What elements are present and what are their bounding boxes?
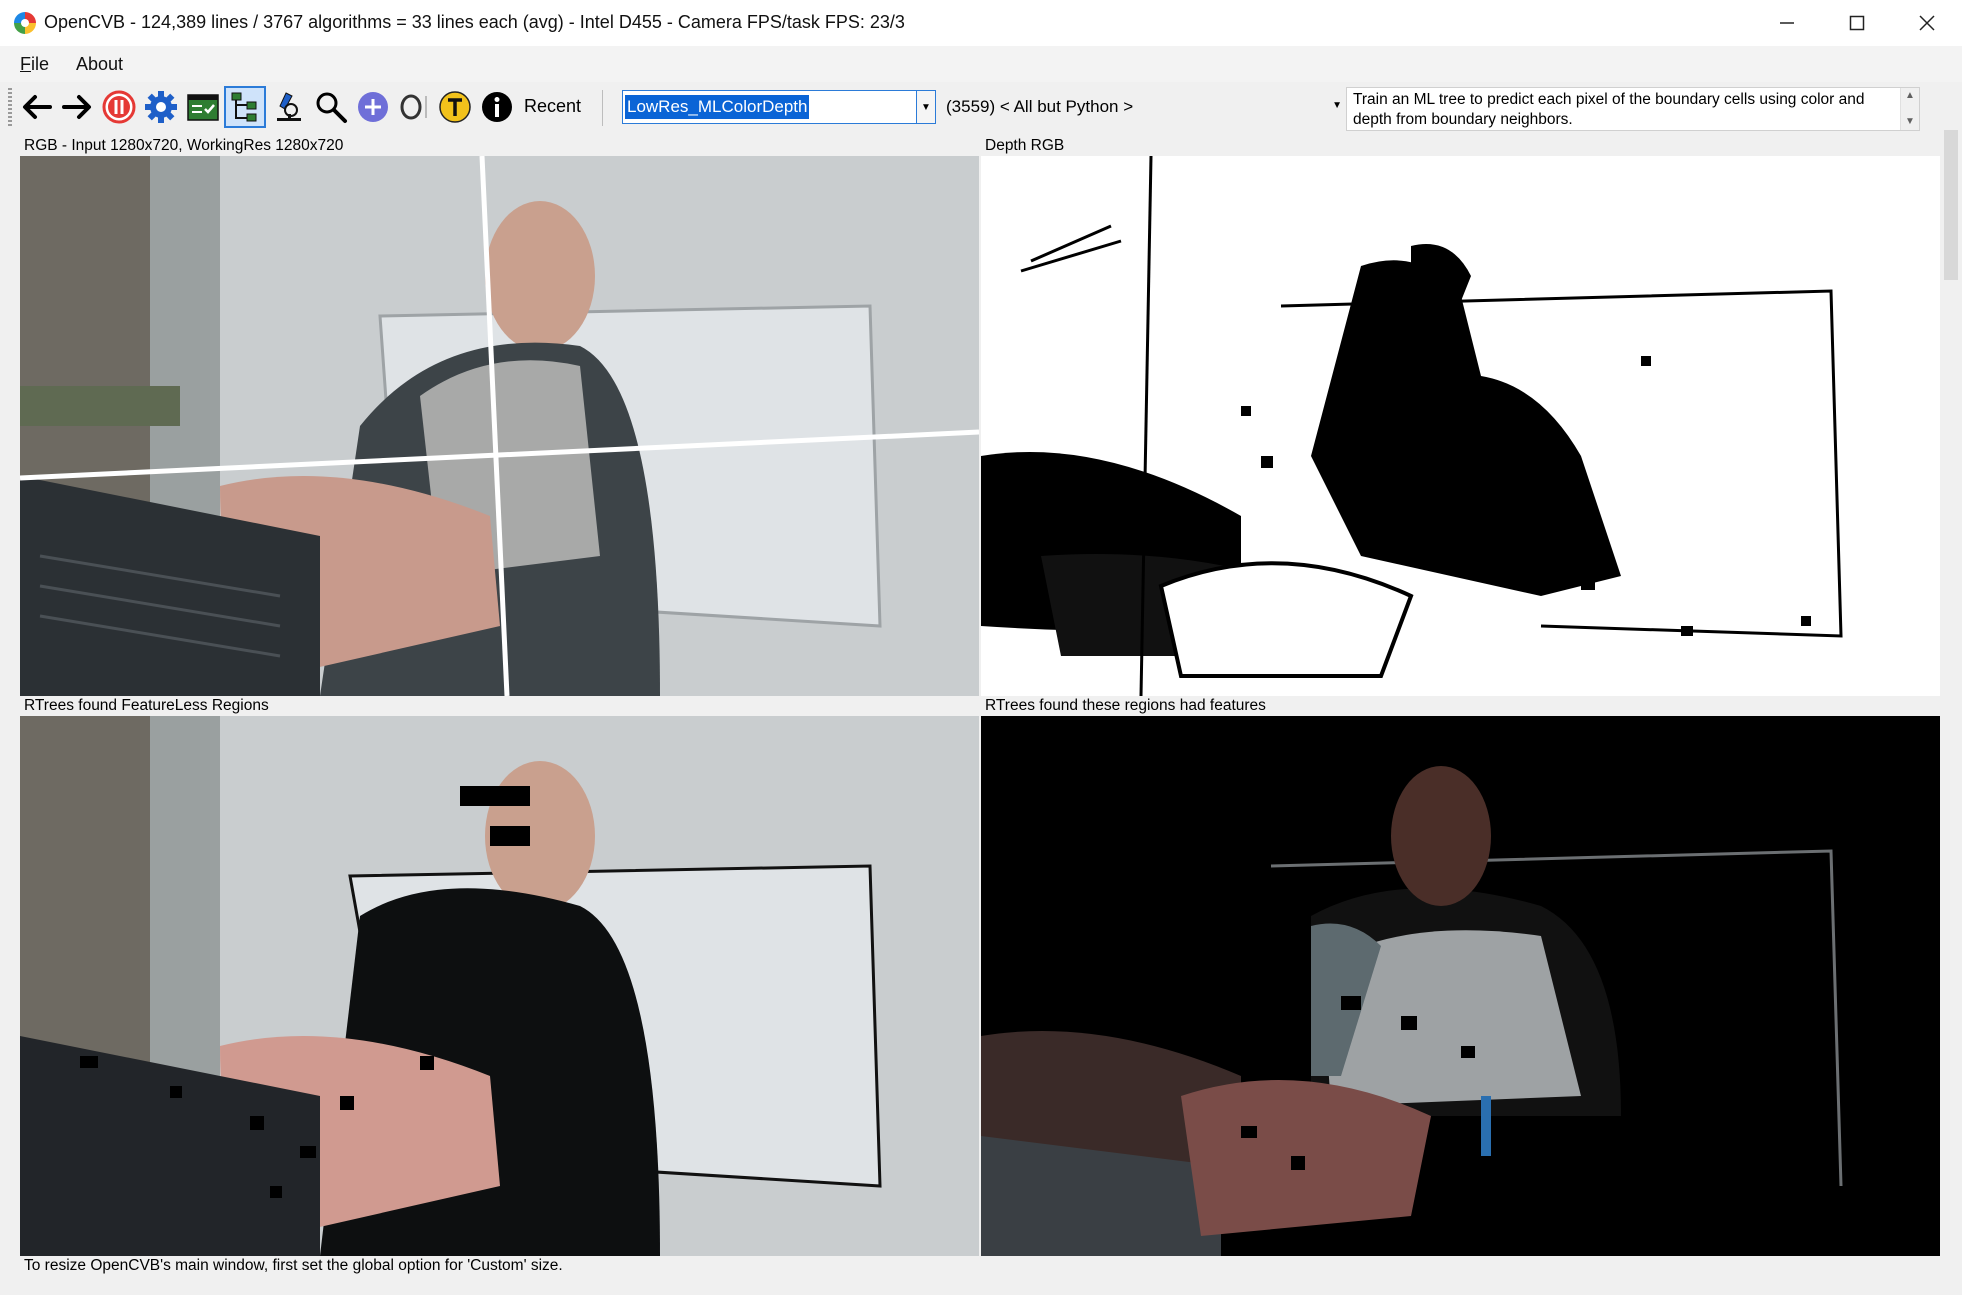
- toolbar: Recent LowRes_MLColorDepth ▼ (3559) < Al…: [0, 84, 1962, 131]
- recent-button[interactable]: Recent: [524, 96, 581, 117]
- title-bar: OpenCVB - 124,389 lines / 3767 algorithm…: [0, 0, 1962, 47]
- pause-button[interactable]: [100, 88, 138, 126]
- maximize-icon: [1849, 15, 1865, 31]
- add-algorithm-button[interactable]: [354, 88, 392, 126]
- tree-view-icon: [231, 92, 257, 122]
- o-letter-icon: [400, 94, 427, 120]
- overlay-button[interactable]: [394, 88, 432, 126]
- search-icon: [316, 92, 347, 123]
- plus-circle-icon: [358, 92, 388, 122]
- microscope-icon: [277, 92, 301, 121]
- arrow-right-icon: [62, 95, 91, 119]
- gear-icon: [145, 91, 177, 123]
- forward-button[interactable]: [58, 88, 96, 126]
- toolbar-separator: [602, 90, 603, 126]
- chevron-down-icon[interactable]: ▼: [1332, 100, 1342, 111]
- pause-icon: [102, 90, 136, 124]
- panel-label-features: RTrees found these regions had features: [985, 697, 1266, 714]
- group-select-value: (3559) < All but Python >: [946, 97, 1134, 116]
- window-scrollbar[interactable]: [1944, 130, 1958, 280]
- arrow-left-icon: [23, 95, 52, 119]
- back-button[interactable]: [18, 88, 56, 126]
- algorithm-select[interactable]: LowRes_MLColorDepth ▼: [622, 90, 936, 124]
- find-button[interactable]: [312, 88, 350, 126]
- tree-view-button[interactable]: [224, 86, 266, 128]
- scroll-down-icon[interactable]: ▼: [1905, 116, 1915, 127]
- scroll-up-icon[interactable]: ▲: [1905, 90, 1915, 101]
- close-icon: [1919, 15, 1935, 31]
- options-button[interactable]: [142, 88, 180, 126]
- feature-regions-panel[interactable]: [981, 716, 1940, 1256]
- panel-label-featureless: RTrees found FeatureLess Regions: [24, 697, 269, 714]
- info-icon: [482, 92, 512, 122]
- menu-about[interactable]: About: [76, 54, 123, 75]
- pixel-viewer-button[interactable]: [270, 88, 308, 126]
- maximize-button[interactable]: [1822, 0, 1892, 46]
- toolbar-grip[interactable]: [8, 88, 12, 126]
- translator-button[interactable]: [436, 88, 474, 126]
- minimize-icon: [1780, 22, 1794, 24]
- algorithm-description-text: Train an ML tree to predict each pixel o…: [1353, 91, 1865, 128]
- algorithm-description[interactable]: Train an ML tree to predict each pixel o…: [1346, 87, 1920, 131]
- rgb-camera-image: [20, 156, 979, 696]
- window-title: OpenCVB - 124,389 lines / 3767 algorithm…: [44, 12, 905, 32]
- info-button[interactable]: [478, 88, 516, 126]
- description-scrollbar[interactable]: ▲ ▼: [1900, 88, 1919, 130]
- rgb-image-panel[interactable]: [20, 156, 979, 696]
- status-text: To resize OpenCVB's main window, first s…: [24, 1257, 563, 1274]
- featureless-regions-image: [20, 716, 979, 1256]
- algorithm-select-value: LowRes_MLColorDepth: [625, 95, 810, 119]
- featureless-regions-panel[interactable]: [20, 716, 979, 1256]
- test-all-button[interactable]: [184, 88, 222, 126]
- menu-bar: File About: [0, 46, 1962, 82]
- depth-image-panel[interactable]: [981, 156, 1940, 696]
- menu-file[interactable]: File: [20, 54, 49, 75]
- panel-label-rgb: RGB - Input 1280x720, WorkingRes 1280x72…: [24, 137, 344, 154]
- minimize-button[interactable]: [1752, 0, 1822, 46]
- close-button[interactable]: [1892, 0, 1962, 46]
- group-select[interactable]: (3559) < All but Python > ▼: [944, 90, 1344, 124]
- app-logo-icon: [14, 12, 36, 34]
- feature-regions-image: [981, 716, 1940, 1256]
- checklist-icon: [187, 94, 219, 121]
- t-circle-icon: [439, 91, 471, 123]
- chevron-down-icon[interactable]: ▼: [916, 91, 935, 123]
- depth-rgb-image: [981, 156, 1940, 696]
- panel-label-depth: Depth RGB: [985, 137, 1065, 154]
